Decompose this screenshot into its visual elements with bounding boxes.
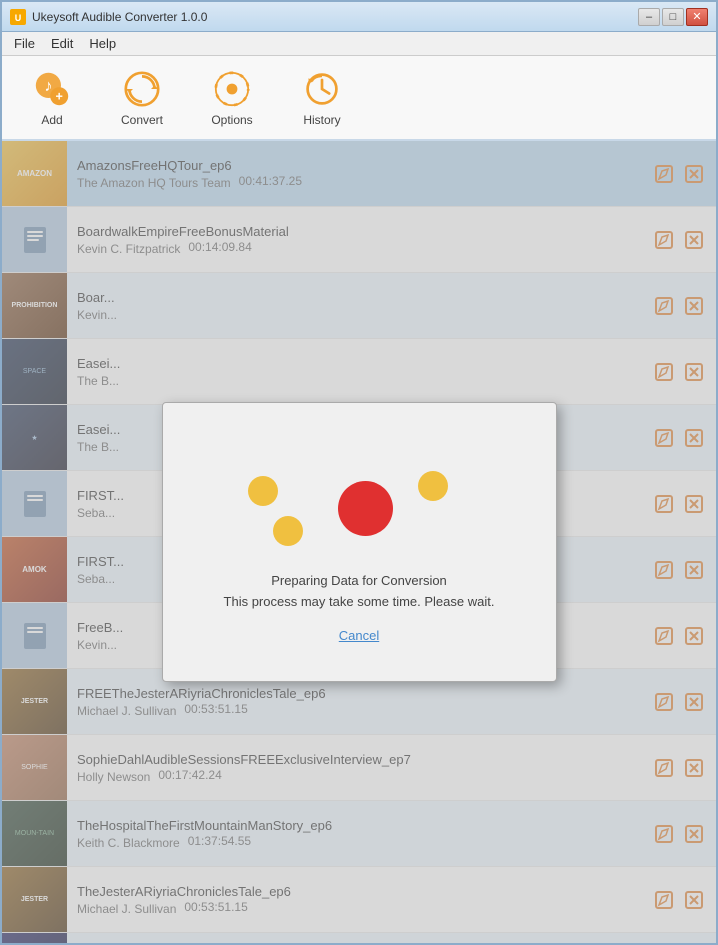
- dot-large-red: [338, 481, 393, 536]
- menu-bar: File Edit Help: [2, 32, 716, 56]
- window-controls: – □ ✕: [638, 8, 708, 26]
- svg-text:+: +: [56, 89, 63, 103]
- modal-overlay: Preparing Data for Conversion This proce…: [2, 141, 716, 943]
- close-button[interactable]: ✕: [686, 8, 708, 26]
- convert-icon: [122, 69, 162, 109]
- loading-animation: [183, 441, 536, 561]
- window-title: Ukeysoft Audible Converter 1.0.0: [32, 10, 207, 24]
- options-label: Options: [211, 113, 252, 127]
- convert-label: Convert: [121, 113, 163, 127]
- options-icon: [212, 69, 252, 109]
- menu-file[interactable]: File: [6, 34, 43, 53]
- history-button[interactable]: History: [282, 60, 362, 135]
- title-bar: U Ukeysoft Audible Converter 1.0.0 – □ ✕: [2, 2, 716, 32]
- dot-small-left: [273, 516, 303, 546]
- modal-cancel-button[interactable]: Cancel: [339, 628, 379, 643]
- menu-edit[interactable]: Edit: [43, 34, 81, 53]
- svg-text:U: U: [15, 13, 22, 23]
- app-icon: U: [10, 9, 26, 25]
- title-bar-left: U Ukeysoft Audible Converter 1.0.0: [10, 9, 207, 25]
- minimize-button[interactable]: –: [638, 8, 660, 26]
- add-label: Add: [41, 113, 62, 127]
- add-icon: ♪ +: [32, 69, 72, 109]
- maximize-button[interactable]: □: [662, 8, 684, 26]
- options-button[interactable]: Options: [192, 60, 272, 135]
- convert-button[interactable]: Convert: [102, 60, 182, 135]
- progress-dialog: Preparing Data for Conversion This proce…: [162, 402, 557, 682]
- content-area: AMAZON AmazonsFreeHQTour_ep6 The Amazon …: [2, 141, 716, 943]
- main-window: U Ukeysoft Audible Converter 1.0.0 – □ ✕…: [0, 0, 718, 945]
- toolbar: ♪ + Add Convert: [2, 56, 716, 141]
- menu-help[interactable]: Help: [81, 34, 124, 53]
- modal-message: Preparing Data for Conversion This proce…: [224, 571, 495, 613]
- dot-small-bottom: [248, 476, 278, 506]
- dot-small-right: [418, 471, 448, 501]
- history-label: History: [303, 113, 340, 127]
- add-button[interactable]: ♪ + Add: [12, 60, 92, 135]
- history-icon: [302, 69, 342, 109]
